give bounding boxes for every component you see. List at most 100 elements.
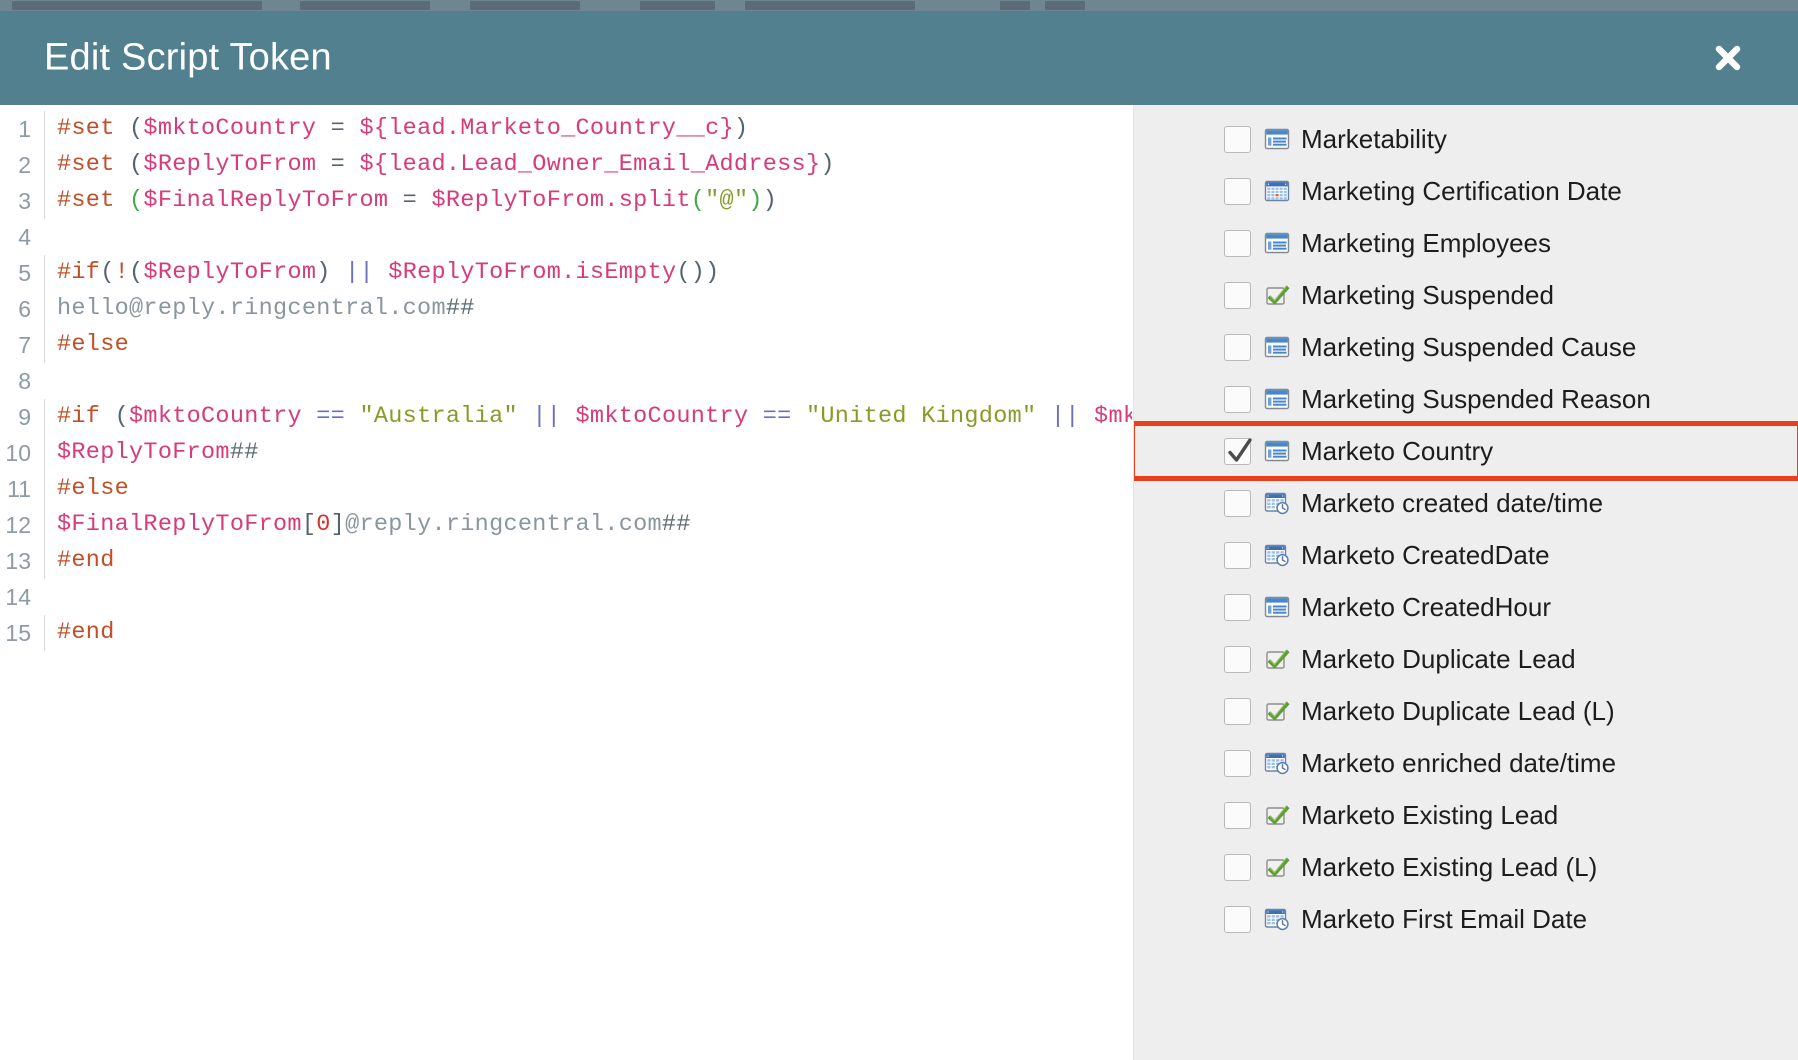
text-field-icon <box>1264 439 1290 463</box>
code-token: $mktoCountry <box>575 403 749 430</box>
code-line-text[interactable]: hello@reply.ringcentral.com## <box>44 291 1132 327</box>
boolean-check-icon <box>1264 647 1290 671</box>
code-line[interactable]: 9 #if ($mktoCountry == "Australia" || $mk… <box>0 399 1133 435</box>
background-page-sliver <box>0 0 1798 11</box>
code-line[interactable]: 14 <box>0 579 1132 615</box>
token-field-item[interactable]: Marketing Certification Date <box>1134 165 1798 217</box>
code-token: $mktoCountry <box>1094 403 1133 430</box>
code-token: #if <box>57 403 115 430</box>
code-line[interactable]: 15 #end <box>0 615 1132 651</box>
text-field-icon <box>1264 335 1290 359</box>
token-field-item[interactable]: Marketing Suspended Reason <box>1134 373 1798 425</box>
token-field-item[interactable]: Marketo enriched date/time <box>1134 737 1798 789</box>
code-line-text[interactable]: $ReplyToFrom## <box>44 435 1132 471</box>
checkbox-unchecked[interactable] <box>1224 125 1251 153</box>
script-code-editor[interactable]: 1 #set ($mktoCountry = ${lead.Marketo_Cou… <box>0 105 1133 1060</box>
code-line[interactable]: 1 #set ($mktoCountry = ${lead.Marketo_Cou… <box>0 111 1132 147</box>
text-field-icon <box>1264 595 1290 619</box>
code-line[interactable]: 2 #set ($ReplyToFrom = ${lead.Lead_Owner_… <box>0 147 1132 183</box>
line-number: 3 <box>18 188 31 214</box>
background-text-ghost <box>300 1 430 10</box>
code-line-text[interactable]: #set ($mktoCountry = ${lead.Marketo_Coun… <box>44 111 1132 147</box>
code-line-text[interactable]: #if(!($ReplyToFrom) || $ReplyToFrom.isEm… <box>44 255 1132 291</box>
background-text-ghost <box>745 1 915 10</box>
token-field-item[interactable]: Marketo Existing Lead (L) <box>1134 841 1798 893</box>
checkbox-unchecked[interactable] <box>1224 645 1251 673</box>
code-line-text[interactable]: #end <box>44 543 1132 579</box>
code-line-text[interactable]: #end <box>44 615 1132 651</box>
code-token: ## <box>661 511 691 538</box>
checkbox-checked[interactable] <box>1224 437 1252 465</box>
code-line-text[interactable]: #else <box>44 471 1132 507</box>
code-line[interactable]: 7 #else <box>0 327 1132 363</box>
code-token: ( <box>129 259 144 286</box>
boolean-check-icon <box>1264 855 1290 879</box>
checkbox-unchecked[interactable] <box>1224 229 1251 257</box>
code-line[interactable]: 4 <box>0 219 1132 255</box>
code-token: #set <box>57 187 130 214</box>
checkbox-unchecked[interactable] <box>1224 489 1251 517</box>
token-field-item[interactable]: Marketo Duplicate Lead (L) <box>1134 685 1798 737</box>
code-line[interactable]: 3 #set ($FinalReplyToFrom = $ReplyToFrom.… <box>0 183 1132 219</box>
line-number: 5 <box>18 260 31 286</box>
token-field-list: Marketability Marketing Certification Dat… <box>1134 105 1798 945</box>
background-text-ghost <box>1000 1 1030 10</box>
code-token: "Australia" <box>359 403 518 430</box>
token-field-item[interactable]: Marketo Existing Lead <box>1134 789 1798 841</box>
checkbox-unchecked[interactable] <box>1224 177 1251 205</box>
token-field-item[interactable]: Marketo Duplicate Lead <box>1134 633 1798 685</box>
code-line-text[interactable]: #set ($FinalReplyToFrom = $ReplyToFrom.s… <box>44 183 1132 219</box>
code-token: = <box>388 187 432 214</box>
checkbox-unchecked[interactable] <box>1224 385 1251 413</box>
token-field-item[interactable]: Marketo CreatedDate <box>1134 529 1798 581</box>
close-icon[interactable] <box>1706 36 1750 80</box>
token-field-item[interactable]: Marketo created date/time <box>1134 477 1798 529</box>
checkbox-unchecked[interactable] <box>1224 801 1251 829</box>
code-token: @reply.ringcentral.com <box>345 511 662 538</box>
token-field-label: Marketability <box>1301 124 1447 154</box>
checkbox-unchecked[interactable] <box>1224 697 1251 725</box>
token-field-item[interactable]: Marketing Suspended <box>1134 269 1798 321</box>
checkbox-unchecked[interactable] <box>1224 749 1251 777</box>
background-text-ghost <box>470 1 580 10</box>
code-line[interactable]: 10 $ReplyToFrom## <box>0 435 1132 471</box>
token-field-item[interactable]: Marketability <box>1134 113 1798 165</box>
checkbox-unchecked[interactable] <box>1224 853 1251 881</box>
checkbox-unchecked[interactable] <box>1224 905 1251 933</box>
code-token: || <box>1050 403 1080 430</box>
code-line-text[interactable]: #set ($ReplyToFrom = ${lead.Lead_Owner_E… <box>44 147 1132 183</box>
token-field-item[interactable]: Marketo First Email Date <box>1134 893 1798 945</box>
datetime-icon <box>1264 543 1290 567</box>
token-field-dropdown-panel[interactable]: Marketability Marketing Certification Dat… <box>1133 105 1798 1060</box>
code-line[interactable]: 5 #if(!($ReplyToFrom) || $ReplyToFrom.isE… <box>0 255 1132 291</box>
code-token: $ReplyToFrom.isEmpty <box>388 259 677 286</box>
code-line-text[interactable]: #if ($mktoCountry == "Australia" || $mkt… <box>44 399 1133 435</box>
code-lines-container: 1 #set ($mktoCountry = ${lead.Marketo_Cou… <box>0 105 1133 1060</box>
code-token: #end <box>57 547 115 574</box>
code-line[interactable]: 13 #end <box>0 543 1132 579</box>
checkbox-unchecked[interactable] <box>1224 593 1251 621</box>
token-field-item[interactable]: Marketo Country <box>1134 421 1798 481</box>
token-field-label: Marketing Suspended <box>1301 280 1554 310</box>
token-field-label: Marketo First Email Date <box>1301 904 1588 934</box>
datetime-icon <box>1264 491 1290 515</box>
code-line[interactable]: 12 $FinalReplyToFrom[0]@reply.ringcentral… <box>0 507 1132 543</box>
code-token: $mktoCountry <box>143 115 317 142</box>
checkbox-unchecked[interactable] <box>1224 541 1251 569</box>
code-token: $mktoCountry <box>129 403 302 430</box>
code-line[interactable]: 8 <box>0 363 1132 399</box>
checkbox-unchecked[interactable] <box>1224 281 1251 309</box>
code-line-text[interactable]: $FinalReplyToFrom[0]@reply.ringcentral.c… <box>44 507 1132 543</box>
code-line[interactable]: 6 hello@reply.ringcentral.com## <box>0 291 1132 327</box>
modal-body: 1 #set ($mktoCountry = ${lead.Marketo_Cou… <box>0 105 1798 1060</box>
token-field-item[interactable]: Marketing Suspended Cause <box>1134 321 1798 373</box>
checkbox-unchecked[interactable] <box>1224 333 1251 361</box>
code-token: ( <box>690 187 706 214</box>
code-line-text[interactable]: #else <box>44 327 1132 363</box>
code-line[interactable]: 11 #else <box>0 471 1132 507</box>
code-token: == <box>762 403 792 430</box>
token-field-item[interactable]: Marketing Employees <box>1134 217 1798 269</box>
token-field-item[interactable]: Marketo CreatedHour <box>1134 581 1798 633</box>
